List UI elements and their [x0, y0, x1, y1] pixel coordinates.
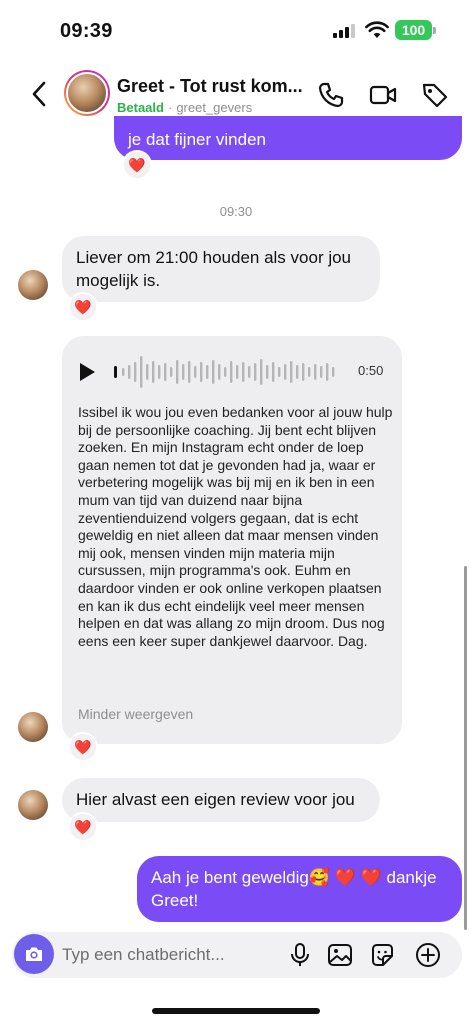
status-bar: 09:39 100: [0, 0, 472, 62]
message-composer: [12, 932, 462, 978]
camera-button[interactable]: [14, 934, 54, 974]
voice-duration: 0:50: [358, 363, 384, 378]
contact-avatar[interactable]: [64, 70, 110, 116]
battery-indicator: 100: [395, 20, 432, 40]
reaction-heart-icon[interactable]: ❤️: [122, 150, 152, 180]
back-icon[interactable]: [26, 78, 54, 110]
contact-handle: greet_gevers: [176, 100, 253, 115]
voice-player: 0:50: [78, 352, 388, 392]
tag-icon[interactable]: [420, 80, 450, 110]
cellular-signal-icon: [333, 24, 355, 38]
audio-waveform[interactable]: [114, 352, 344, 392]
reaction-heart-icon[interactable]: ❤️: [68, 292, 98, 322]
outgoing-message-partial[interactable]: je dat fijner vinden: [114, 116, 462, 160]
message-input[interactable]: [62, 941, 282, 969]
incoming-message[interactable]: Liever om 21:00 houden als voor jou moge…: [62, 236, 380, 302]
home-indicator[interactable]: [152, 1008, 320, 1014]
paid-label: Betaald: [117, 100, 164, 115]
outgoing-message[interactable]: Aah je bent geweldig🥰 ❤️ ❤️ dankje Greet…: [137, 856, 462, 922]
reaction-heart-icon[interactable]: ❤️: [68, 812, 98, 842]
incoming-message[interactable]: Hier alvast een eigen review voor jou: [62, 778, 380, 822]
reaction-heart-icon[interactable]: ❤️: [68, 732, 98, 762]
message-text: Aah je bent geweldig🥰 ❤️ ❤️ dankje Greet…: [151, 868, 437, 910]
play-icon[interactable]: [78, 362, 96, 382]
sender-avatar: [18, 712, 48, 742]
gallery-icon[interactable]: [326, 941, 354, 969]
message-timestamp: 09:30: [219, 204, 253, 219]
camera-icon: [26, 947, 42, 961]
wifi-icon: [365, 21, 389, 38]
sender-avatar: [18, 270, 48, 300]
separator-dot: ·: [167, 100, 173, 115]
message-text: Hier alvast een eigen review voor jou: [76, 790, 355, 809]
plus-icon[interactable]: [414, 941, 442, 969]
phone-icon[interactable]: [316, 80, 346, 110]
message-text: Liever om 21:00 houden als voor jou moge…: [76, 248, 352, 290]
status-time: 09:39: [60, 20, 113, 42]
battery-tip: [433, 27, 436, 34]
scrollbar[interactable]: [464, 566, 467, 930]
contact-subtitle: Betaald · greet_gevers: [117, 100, 252, 115]
sender-avatar: [18, 790, 48, 820]
sticker-icon[interactable]: [368, 941, 396, 969]
message-text: je dat fijner vinden: [128, 130, 266, 149]
show-less-link[interactable]: Minder weergeven: [78, 706, 193, 722]
voice-transcript: Issibel ik wou jou even bedanken voor al…: [78, 404, 393, 649]
microphone-icon[interactable]: [286, 941, 314, 969]
video-icon[interactable]: [368, 80, 398, 110]
contact-name[interactable]: Greet - Tot rust kom...: [117, 76, 307, 97]
